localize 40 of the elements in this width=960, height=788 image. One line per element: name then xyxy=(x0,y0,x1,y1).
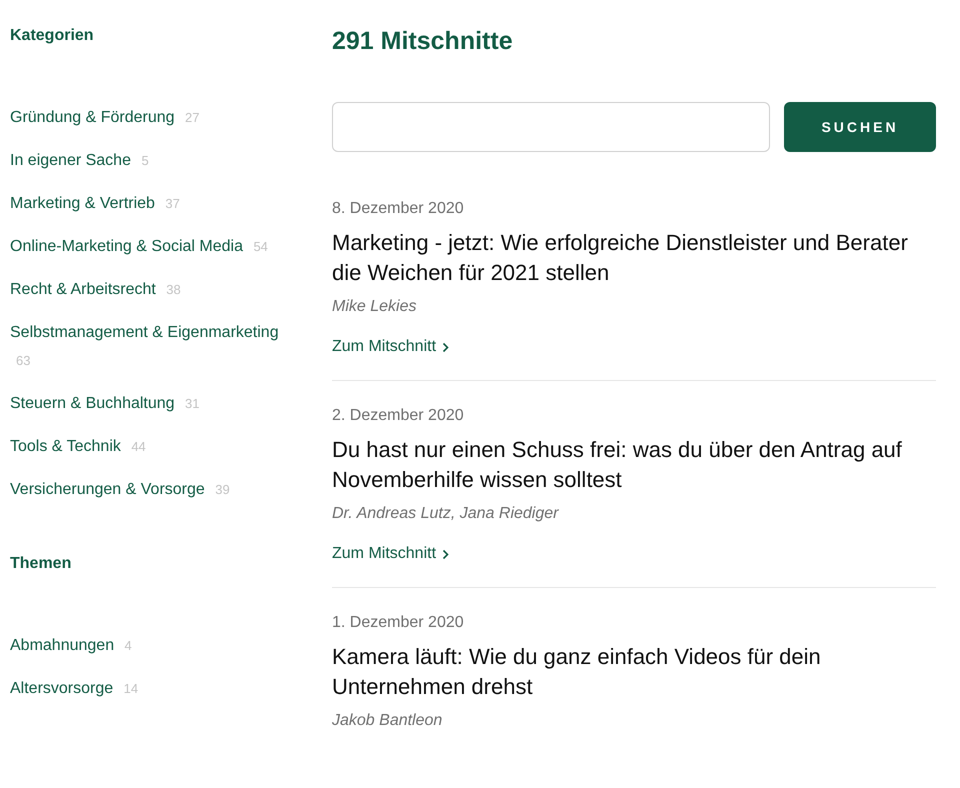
section-heading: Themen xyxy=(10,554,72,574)
chevron-right-icon xyxy=(442,342,450,352)
article-author: Dr. Andreas Lutz, Jana Riediger xyxy=(332,504,560,524)
category-link[interactable]: Altersvorsorge xyxy=(10,680,114,697)
search-field[interactable] xyxy=(332,102,770,152)
item-count: 31 xyxy=(185,396,200,411)
page-heading: 291 Mitschnitte xyxy=(332,26,514,56)
category-link[interactable]: Online-Marketing & Social Media xyxy=(10,238,243,255)
article-author: Jakob Bantleon xyxy=(332,711,444,731)
item-count: 39 xyxy=(215,482,230,497)
category-link[interactable]: Marketing & Vertrieb xyxy=(10,195,155,212)
article-title: Marketing - jetzt: Wie erfolgreiche Dienstleister und Berater die Weichen für 2021 stellen xyxy=(332,229,909,287)
item-count: 5 xyxy=(141,153,149,168)
article-author: Mike Lekies xyxy=(332,297,418,317)
article-link[interactable]: Zum Mitschnitt xyxy=(332,336,450,358)
item-count: 4 xyxy=(124,638,132,653)
item-count: 44 xyxy=(131,439,146,454)
article-date: 1. Dezember 2020 xyxy=(332,613,465,633)
search-button[interactable]: SUCHEN xyxy=(784,102,936,152)
item-count: 63 xyxy=(16,353,30,368)
category-link[interactable]: Tools & Technik xyxy=(10,438,121,455)
article-link[interactable]: Zum Mitschnitt xyxy=(332,543,450,565)
category-link[interactable]: Gründung & Förderung xyxy=(10,109,175,126)
item-count: 37 xyxy=(165,196,180,211)
item-count: 54 xyxy=(253,239,268,254)
item-count: 14 xyxy=(124,681,138,696)
category-link[interactable]: In eigener Sache xyxy=(10,152,131,169)
article-title: Du hast nur einen Schuss frei: was du über den Antrag auf Novemberhilfe wissen solltest xyxy=(332,436,903,494)
category-link[interactable]: Selbstmanagement & Eigenmarketing xyxy=(10,324,279,341)
section-heading: Kategorien xyxy=(10,26,95,46)
category-link[interactable]: Abmahnungen xyxy=(10,637,114,654)
article-title: Kamera läuft: Wie du ganz einfach Videos für dein Unternehmen drehst xyxy=(332,643,822,701)
article-date: 2. Dezember 2020 xyxy=(332,406,465,426)
item-count: 38 xyxy=(166,282,181,297)
category-link[interactable]: Recht & Arbeitsrecht xyxy=(10,281,156,298)
category-link[interactable]: Steuern & Buchhaltung xyxy=(10,395,175,412)
article-date: 8. Dezember 2020 xyxy=(332,199,465,219)
category-link[interactable]: Versicherungen & Vorsorge xyxy=(10,481,205,498)
chevron-right-icon xyxy=(442,548,450,560)
item-count: 27 xyxy=(185,110,200,125)
